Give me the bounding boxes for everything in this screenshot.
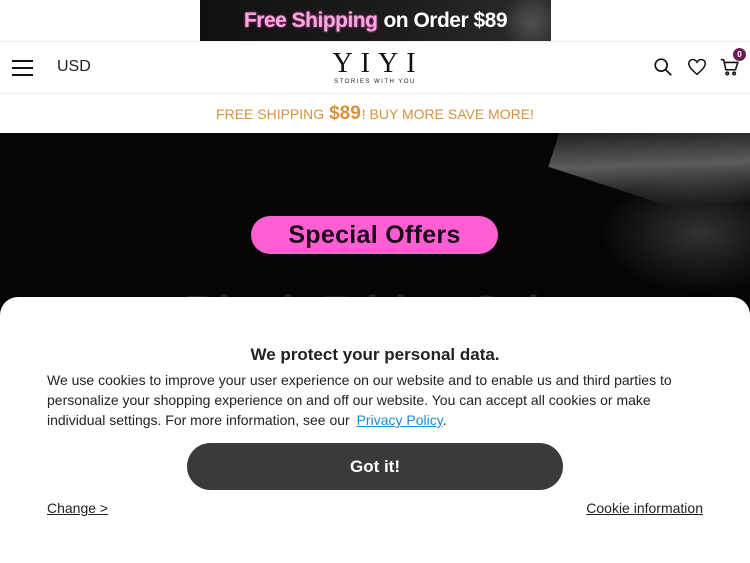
special-offers-badge: Special Offers [251,216,498,254]
cart-icon[interactable]: 0 [719,48,746,78]
currency-selector[interactable]: USD [57,58,91,76]
shipping-prefix: FREE SHIPPING [216,105,329,122]
cookie-body-period: . [442,412,447,428]
logo-wordmark: YIYI [332,48,424,79]
promo-text: on Order $89 [383,8,508,32]
free-shipping-strip: FREE SHIPPING $89 ! BUY MORE SAVE MORE! [0,94,750,133]
cookie-title: We protect your personal data. [250,345,500,364]
hero-light-glow [600,173,750,293]
promo-highlight: Free Shipping [243,8,378,32]
cookie-information-link[interactable]: Cookie information [586,500,703,516]
site-header: USD YIYI STORIES WITH YOU 0 [0,41,750,94]
promo-banner-area: Free Shipping on Order $89 [0,0,750,41]
shipping-amount: $89 [329,102,361,124]
site-logo[interactable]: YIYI STORIES WITH YOU [325,48,425,86]
logo-tagline: STORIES WITH YOU [334,79,416,85]
change-settings-link[interactable]: Change > [47,500,108,516]
cart-count-badge: 0 [733,48,746,61]
search-icon[interactable] [652,56,674,78]
cookie-description: We use cookies to improve your user expe… [47,370,707,430]
hamburger-menu-icon[interactable] [12,60,33,76]
privacy-policy-link[interactable]: Privacy Policy [357,412,443,428]
shipping-suffix: ! BUY MORE SAVE MORE! [361,105,534,122]
heart-icon[interactable] [686,56,708,78]
promo-shine-decoration [501,0,551,41]
cookie-consent-dialog: We protect your personal data. We use co… [0,297,750,563]
accept-cookies-button[interactable]: Got it! [187,443,563,490]
promo-banner[interactable]: Free Shipping on Order $89 [200,0,551,41]
